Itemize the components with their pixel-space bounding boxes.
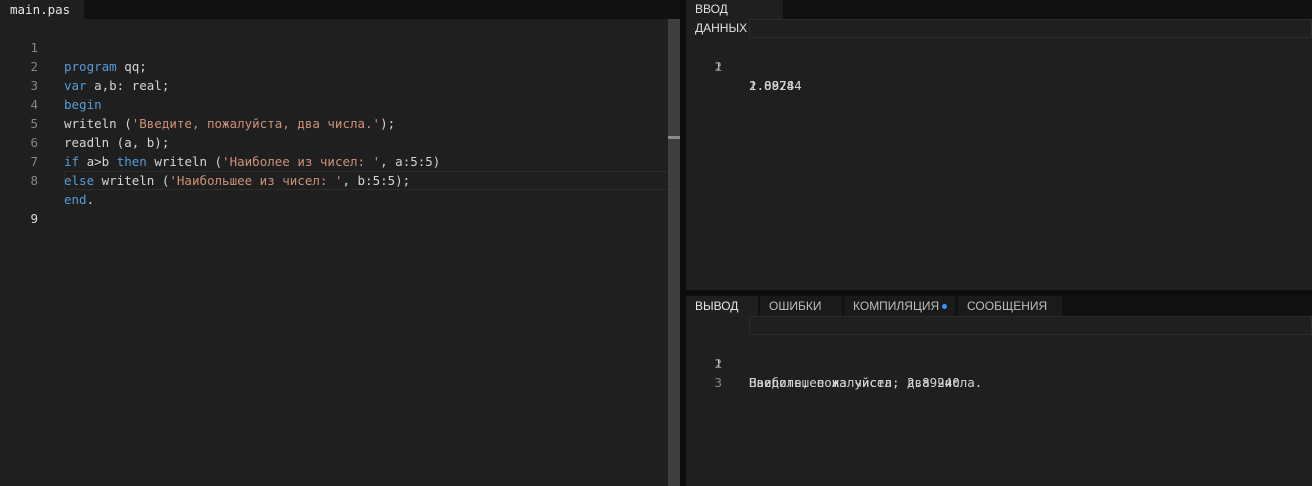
input-value: 2.8924 [749,78,795,93]
code-line[interactable]: 1 program qq; [0,19,668,74]
code-editor[interactable]: main.pas 1 program qq; 2 var a,b: real; … [0,0,682,486]
input-panel[interactable]: ВВОД ДАННЫХ 1 1.08784 2 2.8924 [686,0,1312,290]
line-number: 2 [714,59,722,74]
output-line: 2 Наибольшее из чисел: 2.89240 [686,335,1312,390]
output-panel[interactable]: ВЫВОД ОШИБКИ КОМПИЛЯЦИЯ СООБЩЕНИЯ 1 Введ… [686,296,1312,486]
output-line: 3 [686,354,1312,390]
tab-compilation[interactable]: КОМПИЛЯЦИЯ [844,296,955,316]
code-line[interactable]: 7 else writeln ('Наибольшее из чисел: ',… [0,133,668,188]
tab-messages[interactable]: СООБЩЕНИЯ [958,296,1062,316]
code-line[interactable]: 4 writeln ('Введите, пожалуйста, два чис… [0,76,668,131]
code-area[interactable]: 1 program qq; 2 var a,b: real; 3 begin 4… [0,19,682,226]
scrollbar-thumb[interactable] [668,19,680,486]
code-line[interactable]: 3 begin [0,57,668,112]
editor-scrollbar[interactable] [668,19,680,486]
current-line-highlight [64,171,682,190]
editor-tab-bar: main.pas [0,0,682,19]
output-line: 1 Введите, пожалуйста, два числа. [686,316,1312,390]
compile-status-dot-icon [942,304,947,309]
input-line[interactable]: 2 2.8924 [686,38,1312,93]
current-line-highlight [749,316,1312,335]
code-line[interactable]: 5 readln (a, b); [0,95,668,150]
code-line-current[interactable]: 9 [0,171,682,226]
code-line[interactable]: 2 var a,b: real; [0,38,668,93]
code-line[interactable]: 6 if a>b then writeln ('Наиболее из чисе… [0,114,668,169]
output-text: Наибольшее из чисел: 2.89240 [749,375,960,390]
output-lines: 1 Введите, пожалуйста, два числа. 2 Наиб… [686,316,1312,390]
tab-input-data[interactable]: ВВОД ДАННЫХ [686,0,783,35]
scrollbar-cursor-marker [668,136,680,139]
tab-main-pas[interactable]: main.pas [0,0,84,19]
input-lines[interactable]: 1 1.08784 2 2.8924 [686,19,1312,93]
line-number: 3 [714,375,722,390]
tab-compilation-label: КОМПИЛЯЦИЯ [853,299,940,313]
input-tab-bar: ВВОД ДАННЫХ [686,0,1312,35]
tab-output[interactable]: ВЫВОД [686,296,758,316]
line-number: 9 [30,211,38,226]
code-text: end. [64,192,95,207]
output-tab-bar: ВЫВОД ОШИБКИ КОМПИЛЯЦИЯ СООБЩЕНИЯ [686,296,1312,316]
tab-errors[interactable]: ОШИБКИ [760,296,842,316]
current-line-highlight [749,19,1312,38]
code-line[interactable]: 8 end. [0,152,668,207]
input-line[interactable]: 1 1.08784 [686,19,1312,93]
